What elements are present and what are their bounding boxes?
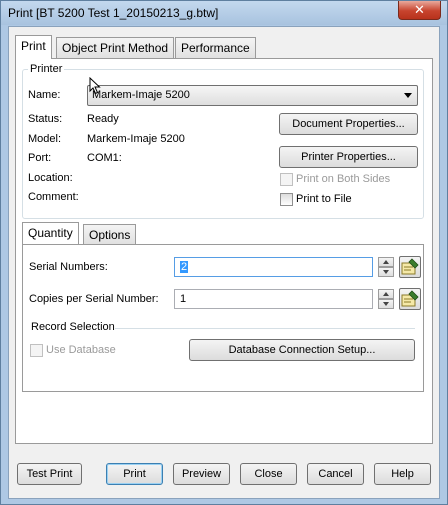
serial-numbers-down-button[interactable] xyxy=(378,267,394,277)
serial-numbers-value: 2 xyxy=(180,261,189,273)
dialog-client-area: Print Object Print Method Performance Pr… xyxy=(8,26,440,499)
copies-label: Copies per Serial Number: xyxy=(29,293,159,305)
location-label: Location: xyxy=(28,172,73,184)
close-window-button[interactable]: ✕ xyxy=(398,1,441,20)
arrow-up-icon xyxy=(383,292,389,296)
tab-object-print-method[interactable]: Object Print Method xyxy=(56,37,175,58)
print-both-sides-label: Print on Both Sides xyxy=(296,173,391,185)
tab-quantity-label: Quantity xyxy=(28,226,73,240)
status-label: Status: xyxy=(28,113,63,125)
copies-down-button[interactable] xyxy=(378,299,394,309)
tab-options-label: Options xyxy=(89,228,131,242)
copies-input[interactable]: 1 xyxy=(174,289,373,309)
arrow-up-icon xyxy=(383,260,389,264)
help-button[interactable]: Help xyxy=(374,463,431,485)
port-label: Port: xyxy=(28,152,52,164)
printer-name-select[interactable]: Markem-Imaje 5200 xyxy=(87,85,418,106)
title-bar[interactable]: Print [BT 5200 Test 1_20150213_g.btw] ✕ xyxy=(1,1,447,25)
preview-button[interactable]: Preview xyxy=(173,463,230,485)
tab-quantity[interactable]: Quantity xyxy=(22,222,79,244)
quantity-panel: Serial Numbers: 2 Copies per Serial Numb… xyxy=(22,244,424,392)
tab-print-label: Print xyxy=(21,39,46,53)
copies-value: 1 xyxy=(180,293,187,305)
record-selection-label: Record Selection xyxy=(31,321,115,333)
use-database-checkbox[interactable] xyxy=(30,344,43,357)
model-value: Markem-Imaje 5200 xyxy=(87,133,185,145)
close-icon: ✕ xyxy=(414,2,425,17)
cancel-button[interactable]: Cancel xyxy=(307,463,364,485)
copies-up-button[interactable] xyxy=(378,289,394,299)
serial-numbers-up-button[interactable] xyxy=(378,257,394,267)
port-value: COM1: xyxy=(87,152,122,164)
serial-numbers-spinner xyxy=(378,257,394,277)
test-print-button[interactable]: Test Print xyxy=(17,463,82,485)
tab-performance[interactable]: Performance xyxy=(175,37,256,58)
arrow-down-icon xyxy=(383,302,389,306)
tab-object-print-method-label: Object Print Method xyxy=(62,41,169,55)
document-properties-button[interactable]: Document Properties... xyxy=(279,113,418,135)
printer-name-value: Markem-Imaje 5200 xyxy=(92,89,190,101)
copies-wizard-button[interactable] xyxy=(399,288,421,310)
serial-numbers-wizard-button[interactable] xyxy=(399,256,421,278)
use-database-label: Use Database xyxy=(46,344,116,356)
comment-label: Comment: xyxy=(28,191,79,203)
tab-options[interactable]: Options xyxy=(83,224,137,244)
tab-print[interactable]: Print xyxy=(15,35,52,59)
serial-numbers-label: Serial Numbers: xyxy=(29,261,108,273)
print-tab-panel: Printer Name: Markem-Imaje 5200 Status: … xyxy=(15,58,433,444)
database-connection-setup-button[interactable]: Database Connection Setup... xyxy=(189,339,415,361)
copies-spinner xyxy=(378,289,394,309)
serial-numbers-input[interactable]: 2 xyxy=(174,257,373,277)
tab-performance-label: Performance xyxy=(181,41,250,55)
close-button[interactable]: Close xyxy=(240,463,297,485)
mouse-cursor-icon xyxy=(89,77,101,95)
print-both-sides-checkbox[interactable] xyxy=(280,173,293,186)
edit-wizard-icon xyxy=(401,290,419,307)
print-dialog-window: Print [BT 5200 Test 1_20150213_g.btw] ✕ … xyxy=(0,0,448,505)
printer-group-label: Printer xyxy=(28,63,65,75)
print-to-file-label: Print to File xyxy=(296,193,352,205)
chevron-down-icon xyxy=(404,93,412,98)
record-selection-divider xyxy=(115,328,415,329)
arrow-down-icon xyxy=(383,270,389,274)
print-button[interactable]: Print xyxy=(106,463,163,485)
printer-properties-button[interactable]: Printer Properties... xyxy=(279,146,418,168)
print-to-file-checkbox[interactable] xyxy=(280,193,293,206)
window-title: Print [BT 5200 Test 1_20150213_g.btw] xyxy=(8,6,219,20)
status-value: Ready xyxy=(87,113,119,125)
model-label: Model: xyxy=(28,133,62,145)
edit-wizard-icon xyxy=(401,258,419,275)
printer-name-label: Name: xyxy=(28,89,61,101)
